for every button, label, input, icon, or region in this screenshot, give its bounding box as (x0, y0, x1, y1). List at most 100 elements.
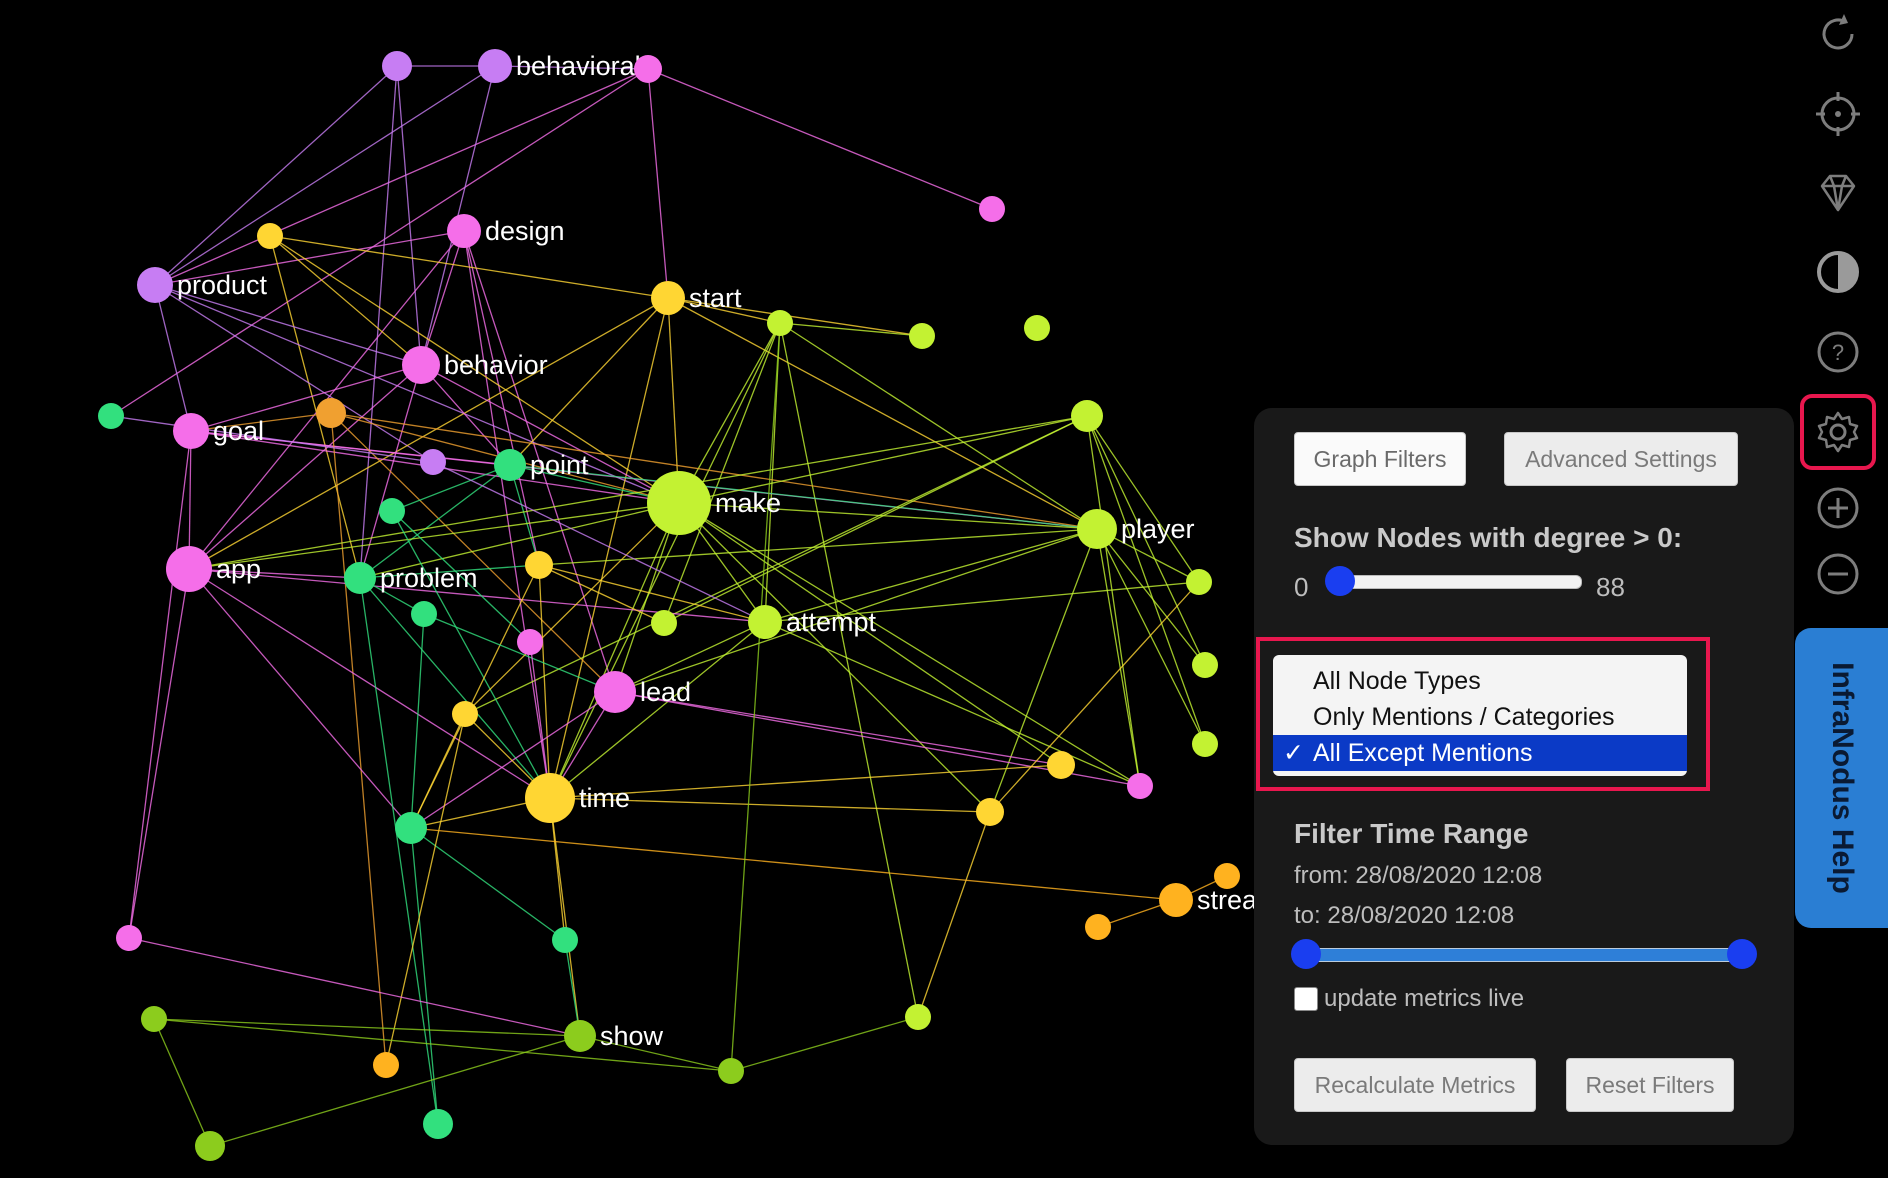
node-type-option-except-mentions[interactable]: ✓ All Except Mentions (1273, 735, 1687, 771)
focus-button[interactable] (1810, 86, 1866, 142)
graph-node-n18[interactable] (1186, 569, 1212, 595)
graph-node-n26[interactable] (116, 925, 142, 951)
time-range-track[interactable] (1308, 948, 1744, 962)
graph-node-n32[interactable] (718, 1058, 744, 1084)
graph-node-n13[interactable] (525, 551, 553, 579)
graph-edge (730, 322, 781, 1072)
graph-node-label[interactable]: make (715, 488, 781, 518)
graph-node-product[interactable] (137, 267, 173, 303)
graph-node-label[interactable]: time (579, 783, 630, 813)
graph-node-n31[interactable] (373, 1052, 399, 1078)
node-type-option-all[interactable]: All Node Types (1273, 663, 1687, 699)
graph-node-point[interactable] (494, 449, 526, 481)
graph-node-design[interactable] (447, 214, 481, 248)
graph-edge (188, 502, 680, 570)
node-type-select[interactable]: All Node Types Only Mentions / Categorie… (1273, 655, 1687, 776)
graph-node-n20[interactable] (1192, 731, 1218, 757)
graph-node-n19[interactable] (1192, 652, 1218, 678)
graph-node-behavioral[interactable] (478, 49, 512, 83)
graph-edge (779, 322, 919, 1018)
help-tab[interactable]: InfraNodus Help (1795, 628, 1888, 928)
degree-filter-heading: Show Nodes with degree > 0: (1294, 522, 1683, 553)
graph-node-n16[interactable] (651, 610, 677, 636)
reset-filters-button[interactable]: Reset Filters (1566, 1058, 1734, 1112)
zoom-in-button[interactable] (1810, 480, 1866, 536)
graph-node-n12[interactable] (379, 498, 405, 524)
graph-edge (730, 1016, 919, 1072)
graph-node-n9[interactable] (98, 403, 124, 429)
graph-node-n34[interactable] (195, 1131, 225, 1161)
graph-node-n4[interactable] (257, 223, 283, 249)
graph-filters-button[interactable]: Graph Filters (1294, 432, 1466, 486)
graph-node-n11[interactable] (420, 449, 446, 475)
graph-node-n17[interactable] (452, 701, 478, 727)
help-button[interactable]: ? (1810, 324, 1866, 380)
recalculate-metrics-button[interactable]: Recalculate Metrics (1294, 1058, 1536, 1112)
target-icon (1816, 92, 1860, 136)
contrast-button[interactable] (1810, 244, 1866, 300)
graph-node-label[interactable]: problem (380, 563, 478, 593)
graph-node-streak[interactable] (1159, 883, 1193, 917)
degree-slider-thumb[interactable] (1325, 566, 1355, 596)
graph-node-label[interactable]: behavior (444, 350, 548, 380)
graph-node-time[interactable] (525, 773, 575, 823)
graph-node-goal[interactable] (173, 413, 209, 449)
graph-edge (549, 621, 766, 799)
degree-slider-track[interactable] (1332, 575, 1582, 589)
graph-node-problem[interactable] (344, 562, 376, 594)
insights-button[interactable] (1810, 164, 1866, 220)
time-range-start-thumb[interactable] (1291, 939, 1321, 969)
graph-edge (410, 827, 566, 941)
graph-node-n23[interactable] (976, 798, 1004, 826)
time-range-end-thumb[interactable] (1727, 939, 1757, 969)
graph-node-label[interactable]: player (1121, 514, 1195, 544)
graph-node-n10[interactable] (316, 398, 346, 428)
graph-node-label[interactable]: app (216, 554, 261, 584)
checkmark-icon: ✓ (1283, 739, 1304, 767)
graph-node-n14[interactable] (411, 601, 437, 627)
advanced-settings-button[interactable]: Advanced Settings (1504, 432, 1738, 486)
graph-node-n2[interactable] (634, 55, 662, 83)
graph-node-label[interactable]: goal (213, 416, 264, 446)
graph-node-n21[interactable] (1047, 751, 1075, 779)
graph-node-attempt[interactable] (748, 605, 782, 639)
graph-node-n30[interactable] (141, 1006, 167, 1032)
graph-node-n8[interactable] (1071, 400, 1103, 432)
node-type-option-mentions[interactable]: Only Mentions / Categories (1273, 699, 1687, 735)
graph-node-label[interactable]: design (485, 216, 565, 246)
graph-node-n6[interactable] (909, 323, 935, 349)
graph-node-n24[interactable] (395, 812, 427, 844)
graph-node-label[interactable]: point (530, 450, 589, 480)
zoom-out-button[interactable] (1810, 546, 1866, 602)
graph-node-n1[interactable] (382, 51, 412, 81)
graph-node-n28[interactable] (1085, 914, 1111, 940)
graph-node-label[interactable]: show (600, 1021, 664, 1051)
graph-node-n5[interactable] (767, 310, 793, 336)
graph-node-n33[interactable] (423, 1109, 453, 1139)
graph-node-label[interactable]: product (177, 270, 268, 300)
graph-node-label[interactable]: start (689, 283, 742, 313)
graph-node-label[interactable]: attempt (786, 607, 877, 637)
graph-node-lead[interactable] (594, 671, 636, 713)
graph-node-label[interactable]: lead (640, 677, 691, 707)
graph-node-n22[interactable] (1127, 773, 1153, 799)
graph-node-make[interactable] (647, 471, 711, 535)
graph-node-player[interactable] (1077, 509, 1117, 549)
settings-button[interactable] (1800, 394, 1876, 470)
graph-node-n25[interactable] (552, 927, 578, 953)
graph-node-show[interactable] (564, 1020, 596, 1052)
graph-edge (1096, 528, 1141, 787)
graph-node-n3[interactable] (979, 196, 1005, 222)
graph-node-behavior[interactable] (402, 346, 440, 384)
graph-node-app[interactable] (166, 546, 212, 592)
graph-node-n15[interactable] (517, 629, 543, 655)
graph-node-n7[interactable] (1024, 315, 1050, 341)
update-metrics-checkbox[interactable] (1294, 987, 1318, 1011)
graph-node-label[interactable]: behavioral (516, 51, 641, 81)
graph-edge (779, 322, 1098, 530)
graph-node-n27[interactable] (1214, 863, 1240, 889)
graph-node-start[interactable] (651, 281, 685, 315)
time-to-label: to: 28/08/2020 12:08 (1294, 902, 1515, 929)
graph-node-n29[interactable] (905, 1004, 931, 1030)
refresh-button[interactable] (1810, 6, 1866, 62)
